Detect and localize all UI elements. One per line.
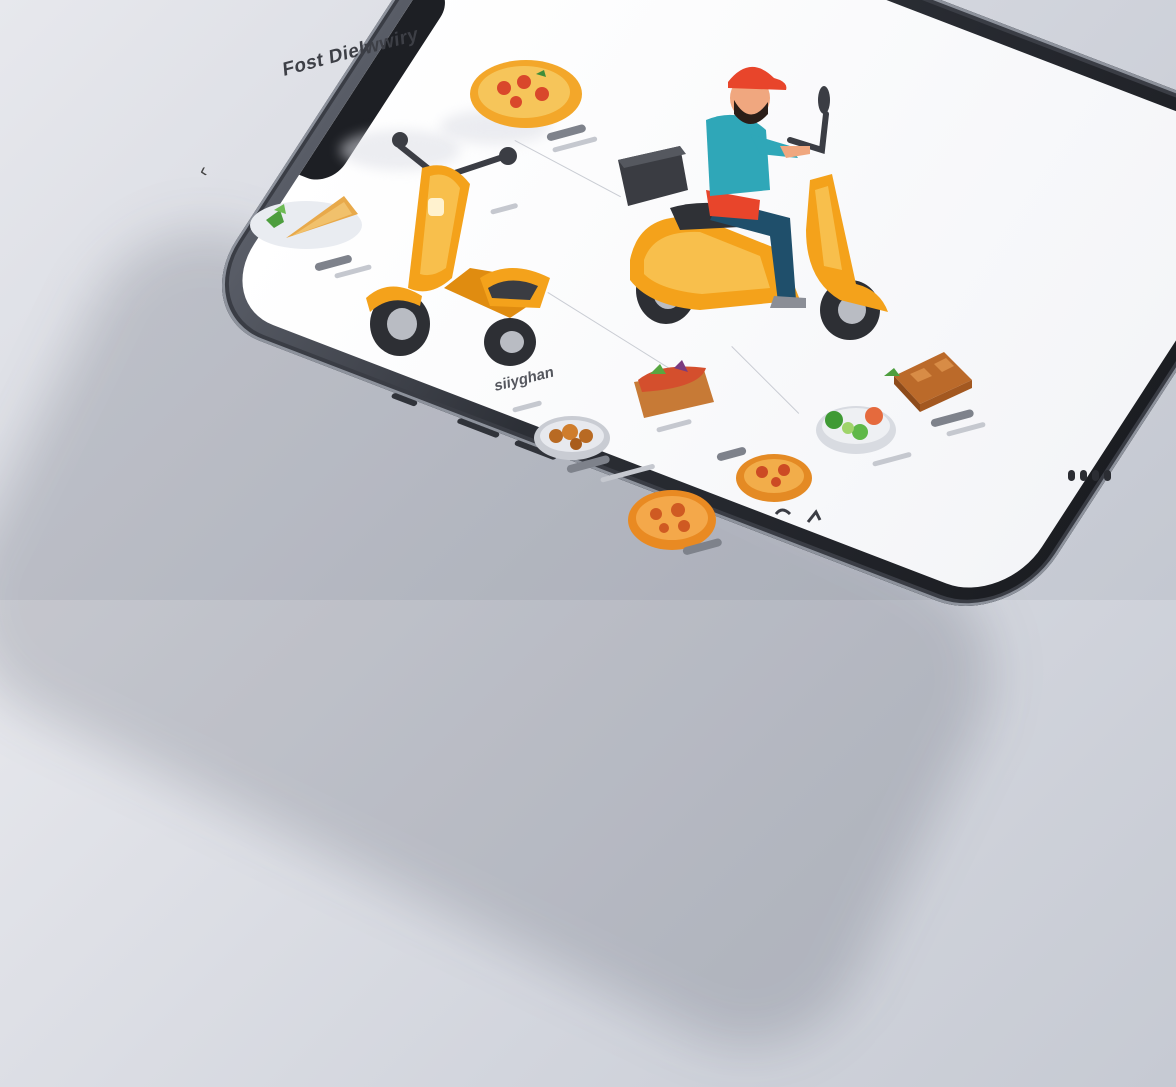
app-title: Fost Dielwwiry [282, 23, 420, 82]
connector-line [731, 346, 800, 414]
label-pill [600, 463, 656, 483]
quesadilla-icon[interactable] [246, 180, 376, 260]
noodle-bowl-icon[interactable] [630, 360, 720, 422]
app-screen-content: ‹ Fost Dielwwiry siiyghan [0, 0, 1176, 600]
label-pill [512, 400, 543, 413]
waffle-icon[interactable] [880, 346, 980, 416]
back-icon[interactable]: ‹ [197, 160, 209, 184]
parked-scooter-icon[interactable] [360, 128, 560, 368]
fried-chicken-icon[interactable] [532, 412, 612, 462]
label-pill [946, 421, 986, 437]
delivery-scooter-rider-icon[interactable] [610, 50, 900, 340]
speaker-grille [1068, 468, 1116, 486]
section-title: siiyghan [494, 363, 555, 396]
pizza-icon[interactable] [466, 54, 586, 134]
scooter-glyph-icon [774, 508, 822, 523]
